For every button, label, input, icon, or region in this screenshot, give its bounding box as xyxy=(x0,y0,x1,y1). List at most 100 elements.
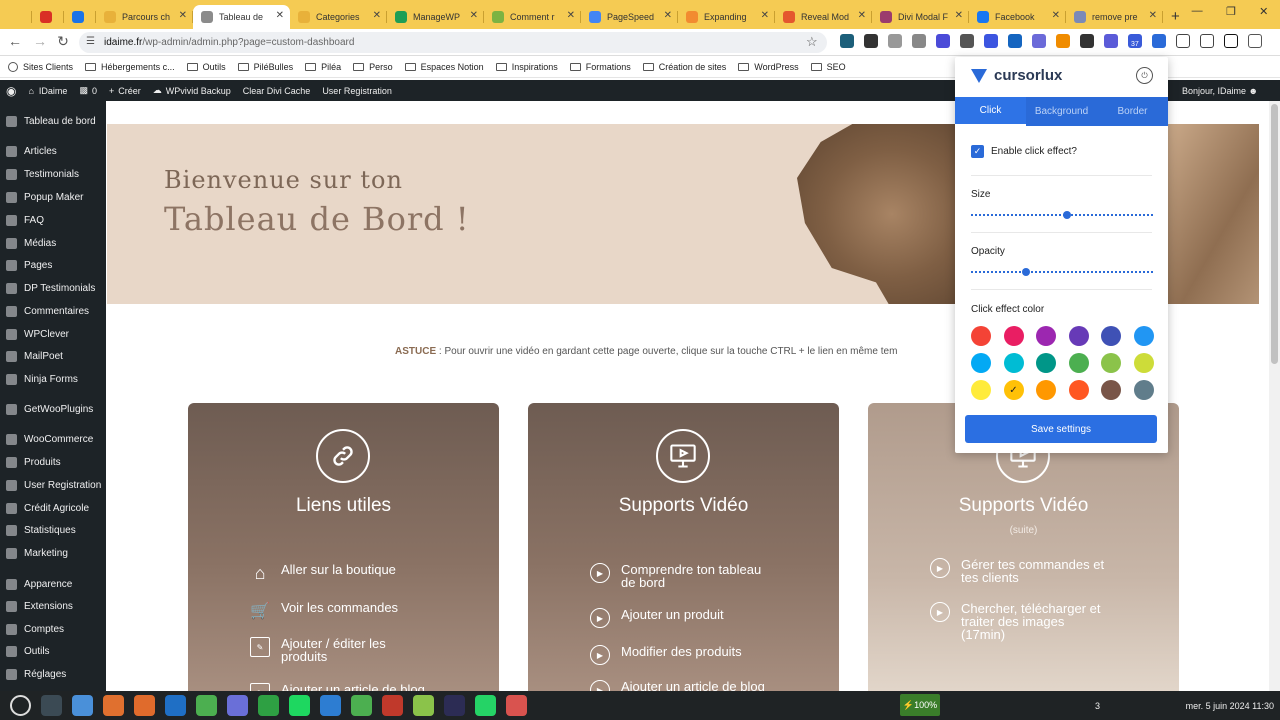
accessibility-icon[interactable] xyxy=(1080,34,1094,48)
taskbar-app-icon[interactable] xyxy=(41,695,62,716)
color-swatch[interactable] xyxy=(1003,326,1024,346)
wallet-icon[interactable] xyxy=(984,34,998,48)
tab-close-icon[interactable]: ✕ xyxy=(761,10,769,21)
taskbar-app-icon[interactable] xyxy=(475,695,496,716)
sidebar-item[interactable]: Comptes xyxy=(0,619,106,639)
eyedropper-icon[interactable] xyxy=(864,34,878,48)
amazon-icon[interactable] xyxy=(1056,34,1070,48)
browser-tab[interactable]: Parcours ch ✕ xyxy=(96,5,193,29)
browser-tab[interactable]: Reveal Mod ✕ xyxy=(775,5,872,29)
power-icon[interactable]: ⏻ xyxy=(1136,67,1153,84)
tab-close-icon[interactable]: ✕ xyxy=(470,10,478,21)
sidebar-item[interactable]: Commentaires xyxy=(0,301,106,321)
size-slider[interactable] xyxy=(971,211,1153,219)
link-products[interactable]: ✎ Ajouter / éditer les produits xyxy=(250,637,430,663)
video-link-edit-products[interactable]: ▶ Modifier des produits xyxy=(590,645,742,665)
forward-icon[interactable]: → xyxy=(31,33,49,49)
tab-close-icon[interactable]: ✕ xyxy=(955,10,963,21)
opacity-slider-thumb[interactable] xyxy=(1021,268,1030,276)
taskbar-app-icon[interactable] xyxy=(10,695,31,716)
sidebar-item[interactable]: MailPoet xyxy=(0,346,106,366)
taskbar-app-icon[interactable] xyxy=(134,695,155,716)
taskbar-app-icon[interactable] xyxy=(320,695,341,716)
color-swatch[interactable] xyxy=(1068,326,1089,346)
create-link[interactable]: + Créer xyxy=(109,86,141,96)
site-name-link[interactable]: ⌂ IDaime xyxy=(28,86,67,96)
comments-link[interactable]: ▩ 0 xyxy=(79,85,97,96)
color-swatch[interactable] xyxy=(1133,353,1154,373)
bookmark-item[interactable]: Espaces Notion xyxy=(404,62,484,72)
close-icon[interactable]: ✕ xyxy=(1259,5,1268,18)
site-info-icon[interactable]: ☰ xyxy=(86,36,95,47)
bookmark-star-icon[interactable]: ☆ xyxy=(806,34,818,50)
recycle-icon[interactable] xyxy=(960,34,974,48)
adminbar-item-user-registration[interactable]: User Registration xyxy=(322,86,392,96)
color-swatch[interactable] xyxy=(1101,326,1121,346)
browser-tab[interactable]: Expanding ✕ xyxy=(678,5,775,29)
sidebar-item[interactable]: GetWooPlugins xyxy=(0,399,106,419)
v-ext-icon[interactable] xyxy=(1008,34,1022,48)
color-swatch[interactable] xyxy=(1068,380,1089,400)
taskbar-app-icon[interactable] xyxy=(382,695,403,716)
tab-close-icon[interactable]: ✕ xyxy=(567,10,575,21)
sidebar-item[interactable]: Popup Maker xyxy=(0,187,106,207)
bookmark-item[interactable]: WordPress xyxy=(738,62,799,72)
save-settings-button[interactable]: Save settings xyxy=(965,415,1157,443)
sidebar-item[interactable]: Testimonials xyxy=(0,164,106,184)
sidebar-item[interactable]: WPClever xyxy=(0,324,106,344)
sidebar-item[interactable]: Crédit Agricole xyxy=(0,498,106,518)
tab-close-icon[interactable]: ✕ xyxy=(858,10,866,21)
browser-tab[interactable]: Tableau de ✕ xyxy=(193,5,290,29)
sidebar-item[interactable]: Médias xyxy=(0,233,106,253)
sidebar-item[interactable]: Statistiques xyxy=(0,520,106,540)
bookmark-item[interactable]: Piléa xyxy=(305,62,341,72)
adminbar-item-clear-divi[interactable]: Clear Divi Cache xyxy=(243,86,311,96)
tray-indicator[interactable]: 3 xyxy=(1095,701,1100,711)
browser-tab[interactable]: Categories ✕ xyxy=(290,5,387,29)
browser-tab[interactable]: Facebook ✕ xyxy=(969,5,1066,29)
tab-close-icon[interactable]: ✕ xyxy=(276,10,284,21)
bookmark-item[interactable]: SEO xyxy=(810,62,846,72)
d-ext-icon[interactable] xyxy=(936,34,950,48)
user-greeting[interactable]: Bonjour, IDaime ☻ xyxy=(1182,86,1258,96)
adminbar-item-wpvivid[interactable]: ☁ WPvivid Backup xyxy=(153,85,231,96)
bookmark-item[interactable]: Formations xyxy=(569,62,631,72)
sidebar-item[interactable]: Outils xyxy=(0,641,106,661)
bookmark-item[interactable]: Sites Clients xyxy=(8,62,73,72)
bookmark-item[interactable]: Outils xyxy=(186,62,226,72)
bookmark-item[interactable]: Création de sites xyxy=(642,62,726,72)
cursorlux-icon[interactable] xyxy=(1152,34,1166,48)
taskbar-app-icon[interactable] xyxy=(227,695,248,716)
pi-ext-icon[interactable] xyxy=(840,34,854,48)
color-swatch[interactable] xyxy=(1036,326,1056,346)
minimize-icon[interactable]: — xyxy=(1192,5,1203,18)
color-swatch[interactable] xyxy=(1101,380,1121,400)
clock[interactable]: mer. 5 juin 2024 11:30 xyxy=(1186,701,1274,711)
color-swatch[interactable]: ✓ xyxy=(1003,380,1024,400)
sidebar-item[interactable]: User Registration xyxy=(0,475,106,495)
sidebar-item[interactable]: FAQ xyxy=(0,210,106,230)
taskbar-app-icon[interactable] xyxy=(165,695,186,716)
menu-icon[interactable] xyxy=(1248,34,1262,48)
color-swatch[interactable] xyxy=(971,380,991,400)
tab-background[interactable]: Background xyxy=(1026,97,1097,126)
video-link-add-product[interactable]: ▶ Ajouter un produit xyxy=(590,608,724,628)
scrollbar-thumb[interactable] xyxy=(1271,104,1278,364)
grid-icon[interactable] xyxy=(1032,34,1046,48)
taskbar-app-icon[interactable] xyxy=(289,695,310,716)
bookmark-item[interactable]: Inspirations xyxy=(495,62,558,72)
sidebar-item[interactable]: Produits xyxy=(0,452,106,472)
profile-icon[interactable] xyxy=(1224,34,1238,48)
taskbar-app-icon[interactable] xyxy=(72,695,93,716)
sidebar-item[interactable]: Tableau de bord xyxy=(0,111,106,131)
bookmark-item[interactable]: PiléBulles xyxy=(237,62,293,72)
puzzle-icon[interactable] xyxy=(1176,34,1190,48)
tab-close-icon[interactable]: ✕ xyxy=(1052,10,1060,21)
sidebar-item[interactable]: Marketing xyxy=(0,543,106,563)
battery-indicator[interactable]: ⚡ 100% xyxy=(900,694,940,716)
taskbar-app-icon[interactable] xyxy=(196,695,217,716)
color-swatch[interactable] xyxy=(1036,353,1056,373)
color-swatch[interactable] xyxy=(1133,380,1154,400)
color-swatch[interactable] xyxy=(1068,353,1089,373)
sidebar-item[interactable]: Pages xyxy=(0,255,106,275)
